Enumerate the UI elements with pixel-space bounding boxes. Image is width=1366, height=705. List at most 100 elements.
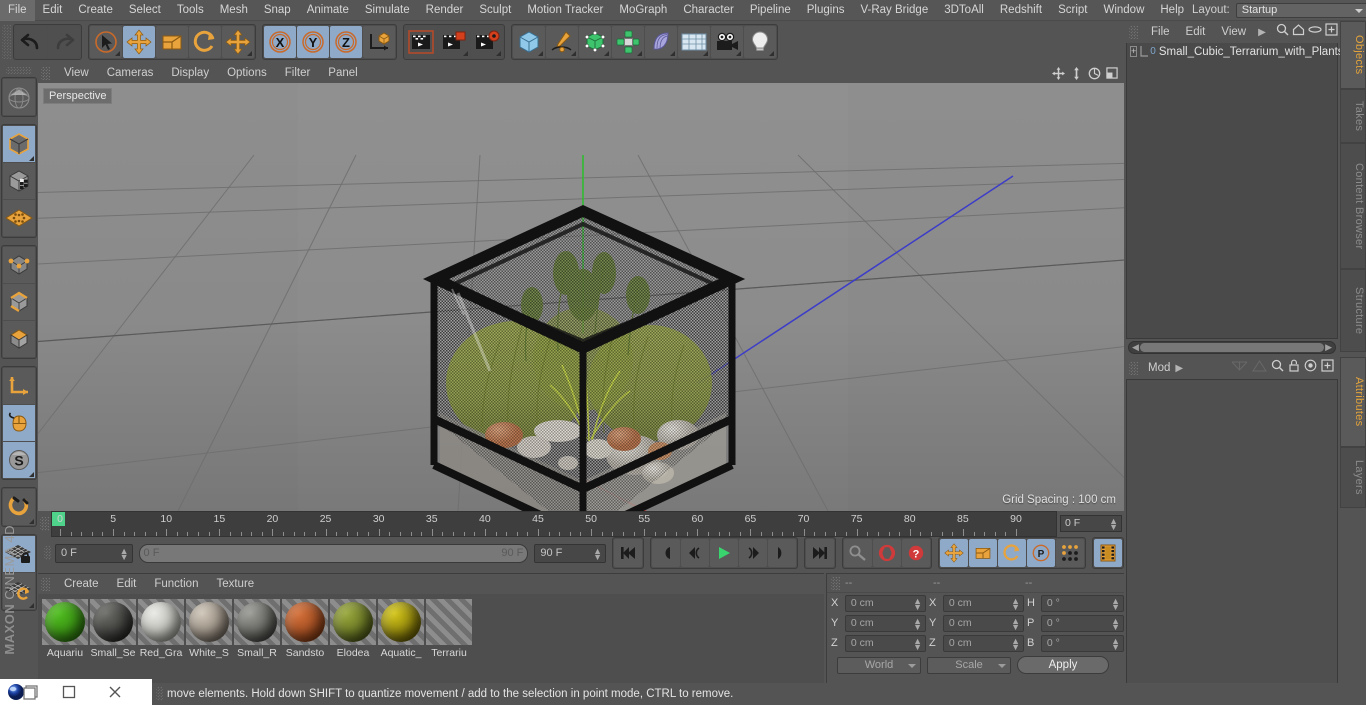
menu-item-help[interactable]: Help	[1152, 0, 1192, 21]
go-to-start-button[interactable]	[613, 539, 642, 567]
lock-icon[interactable]	[1288, 359, 1300, 377]
render-settings-button[interactable]	[471, 26, 503, 58]
pan-viewport-icon[interactable]	[1050, 65, 1066, 81]
menu-item-snap[interactable]: Snap	[256, 0, 299, 21]
object-tree-row[interactable]: +0 Small_Cubic_Terrarium_with_Plants	[1127, 43, 1344, 60]
live-selection-tool[interactable]	[90, 26, 122, 58]
scrollbar-thumb[interactable]	[1140, 343, 1324, 352]
timeline-controls-grip[interactable]	[44, 546, 51, 560]
stepper-icon[interactable]: ▲ ▼	[1111, 596, 1120, 611]
side-tab-objects[interactable]: Objects	[1340, 21, 1366, 90]
rotation-keyframe-button[interactable]	[997, 539, 1026, 567]
add-light-button[interactable]	[744, 26, 776, 58]
play-button[interactable]	[709, 539, 738, 567]
object-null-icon[interactable]: 0	[1140, 45, 1156, 58]
size-mode-dropdown[interactable]: Scale	[927, 656, 1011, 674]
menu-item-simulate[interactable]: Simulate	[357, 0, 418, 21]
deformer-mode-button[interactable]	[3, 200, 35, 236]
window-close-icon[interactable]	[92, 679, 138, 705]
viewport-solo-button[interactable]	[3, 405, 35, 441]
expand-icon[interactable]	[1325, 23, 1338, 41]
menu-item-script[interactable]: Script	[1050, 0, 1095, 21]
3d-viewport[interactable]: Y Z X Perspective Grid Spacing : 100 cm	[38, 83, 1124, 511]
material-item[interactable]: White_S	[186, 599, 232, 682]
current-frame-input[interactable]: 0 F ▲ ▼	[54, 543, 133, 563]
scale-tool[interactable]	[156, 26, 188, 58]
stepper-icon[interactable]: ▲ ▼	[1011, 616, 1020, 631]
size-field[interactable]: 0 cm ▲ ▼	[942, 594, 1025, 612]
material-preview[interactable]	[378, 599, 424, 645]
move-tool[interactable]	[123, 26, 155, 58]
material-preview[interactable]	[426, 599, 472, 645]
lock-y-axis-button[interactable]: Y	[297, 26, 329, 58]
menu-item-render[interactable]: Render	[418, 0, 472, 21]
menu-item-plugins[interactable]: Plugins	[799, 0, 853, 21]
go-to-next-key-button[interactable]	[767, 539, 796, 567]
preview-end-input[interactable]: 90 F ▲ ▼	[534, 543, 606, 563]
maximize-viewport-icon[interactable]	[1104, 65, 1120, 81]
add-spline-button[interactable]	[546, 26, 578, 58]
stepper-icon[interactable]: ▲ ▼	[913, 636, 922, 651]
side-tab-content-browser[interactable]: Content Browser	[1340, 143, 1366, 270]
undo-nav-icon[interactable]	[1231, 359, 1248, 377]
layout-dropdown[interactable]: Startup	[1235, 2, 1366, 18]
timeline-grip[interactable]	[40, 517, 49, 531]
rotation-field[interactable]: 0 ° ▲ ▼	[1040, 634, 1125, 652]
dolly-viewport-icon[interactable]	[1068, 65, 1084, 81]
home-icon[interactable]	[1292, 23, 1305, 41]
material-preview[interactable]	[282, 599, 328, 645]
object-manager-hscrollbar[interactable]: ◀ ▶	[1128, 341, 1336, 354]
material-menu-function[interactable]: Function	[145, 574, 207, 594]
texture-mode-button[interactable]	[3, 163, 35, 199]
scroll-left-icon[interactable]: ◀	[1132, 342, 1139, 353]
render-to-picture-viewer-button[interactable]	[438, 26, 470, 58]
coord-system-dropdown[interactable]: World	[837, 656, 921, 674]
viewport-grip[interactable]	[41, 66, 50, 80]
param-keyframe-button[interactable]: P	[1026, 539, 1055, 567]
stepper-icon[interactable]: ▲ ▼	[1109, 517, 1118, 532]
menu-item-character[interactable]: Character	[675, 0, 742, 21]
coordinates-grip[interactable]	[831, 576, 840, 590]
object-manager-menu-view[interactable]: View	[1213, 21, 1254, 43]
menu-item-window[interactable]: Window	[1095, 0, 1152, 21]
menu-item-file[interactable]: File	[0, 0, 35, 21]
go-to-next-frame-button[interactable]	[738, 539, 767, 567]
material-item[interactable]: Red_Gra	[138, 599, 184, 682]
rotation-field[interactable]: 0 ° ▲ ▼	[1040, 594, 1125, 612]
timeline-frame-field[interactable]: 0 F ▲ ▼	[1060, 515, 1122, 532]
position-field[interactable]: 0 cm ▲ ▼	[844, 614, 927, 632]
menu-item-tools[interactable]: Tools	[169, 0, 212, 21]
object-axis-button[interactable]	[3, 368, 35, 404]
edges-mode-button[interactable]	[3, 284, 35, 320]
size-field[interactable]: 0 cm ▲ ▼	[942, 614, 1025, 632]
viewport-menu-filter[interactable]: Filter	[276, 63, 320, 83]
cinema4d-taskbar-icon[interactable]	[0, 679, 46, 705]
side-tab-attributes[interactable]: Attributes	[1340, 357, 1366, 447]
stepper-icon[interactable]: ▲ ▼	[593, 546, 602, 561]
search-icon[interactable]	[1276, 23, 1289, 41]
record-active-objects-button[interactable]	[843, 539, 872, 567]
material-grip[interactable]	[41, 577, 50, 591]
redo-nav-icon[interactable]	[1252, 359, 1267, 377]
side-tab-structure[interactable]: Structure	[1340, 269, 1366, 353]
go-to-previous-frame-button[interactable]	[680, 539, 709, 567]
target-icon[interactable]	[1304, 359, 1317, 377]
material-preview[interactable]	[138, 599, 184, 645]
attribute-manager-grip[interactable]	[1129, 361, 1138, 375]
lock-z-axis-button[interactable]: Z	[330, 26, 362, 58]
viewport-menu-cameras[interactable]: Cameras	[98, 63, 163, 83]
go-to-previous-key-button[interactable]	[651, 539, 680, 567]
menu-item-3dtoall[interactable]: 3DToAll	[936, 0, 992, 21]
toolbar-grip[interactable]	[2, 25, 11, 59]
material-item[interactable]: Sandsto	[282, 599, 328, 682]
material-item[interactable]: Small_Se	[90, 599, 136, 682]
stepper-icon[interactable]: ▲ ▼	[913, 616, 922, 631]
menu-item-animate[interactable]: Animate	[299, 0, 357, 21]
scroll-right-icon[interactable]: ▶	[1325, 342, 1332, 353]
rotation-field[interactable]: 0 ° ▲ ▼	[1040, 614, 1125, 632]
stepper-icon[interactable]: ▲ ▼	[1011, 596, 1020, 611]
material-item[interactable]: Aquariu	[42, 599, 88, 682]
ellipse-icon[interactable]	[1308, 23, 1322, 41]
position-field[interactable]: 0 cm ▲ ▼	[844, 594, 927, 612]
material-item[interactable]: Aquatic_	[378, 599, 424, 682]
